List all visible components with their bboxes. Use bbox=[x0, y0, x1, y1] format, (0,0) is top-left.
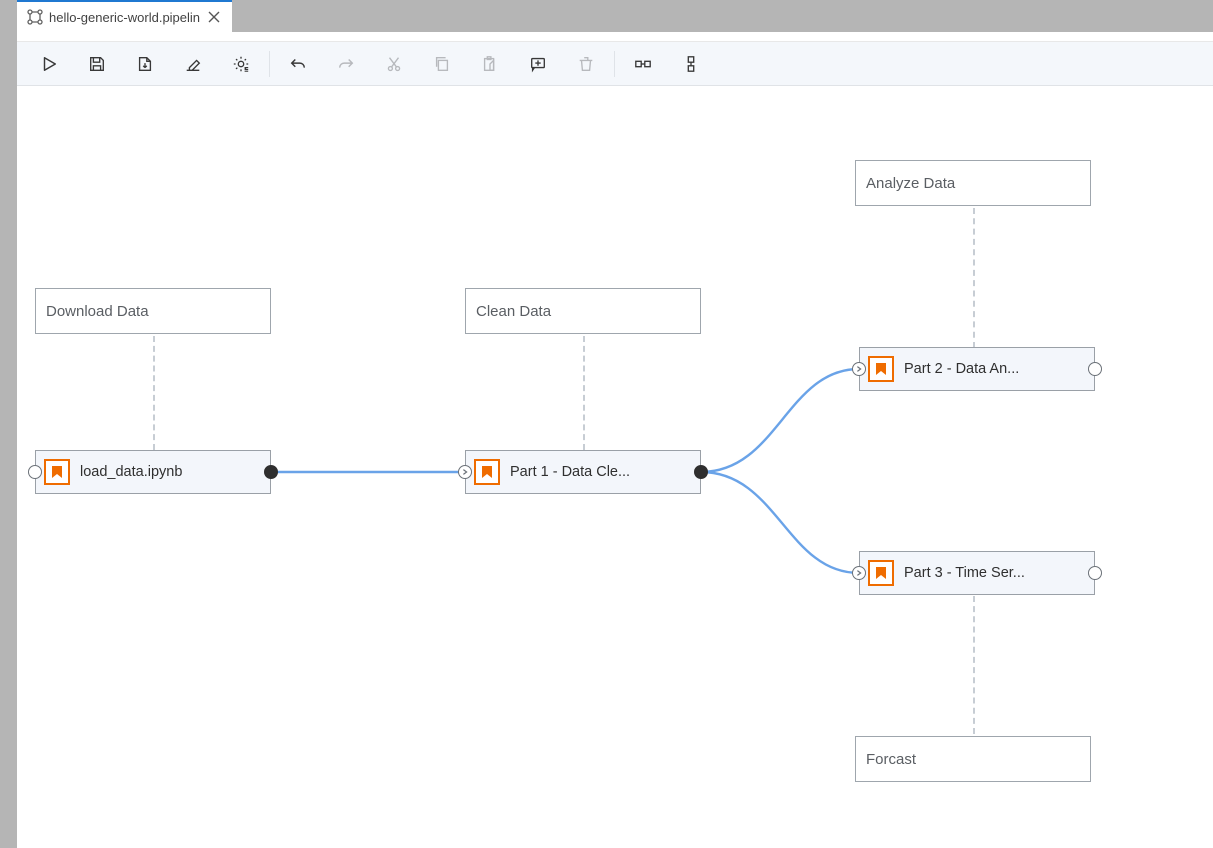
notebook-icon bbox=[44, 459, 70, 485]
run-button[interactable] bbox=[25, 42, 73, 86]
clear-button[interactable] bbox=[169, 42, 217, 86]
comment-link bbox=[583, 336, 585, 450]
node-load-data[interactable]: load_data.ipynb bbox=[35, 450, 271, 494]
input-port[interactable] bbox=[852, 566, 866, 580]
content-area: hello-generic-world.pipelin bbox=[17, 0, 1213, 848]
pipeline-icon bbox=[27, 9, 43, 25]
output-port[interactable] bbox=[264, 465, 278, 479]
add-comment-button[interactable] bbox=[514, 42, 562, 86]
output-port[interactable] bbox=[1088, 362, 1102, 376]
node-label: Part 1 - Data Cle... bbox=[510, 464, 688, 480]
input-port[interactable] bbox=[458, 465, 472, 479]
input-port[interactable] bbox=[28, 465, 42, 479]
comment-analyze-data[interactable]: Analyze Data bbox=[855, 160, 1091, 206]
tab-label: hello-generic-world.pipelin bbox=[49, 10, 200, 25]
node-part3[interactable]: Part 3 - Time Ser... bbox=[859, 551, 1095, 595]
node-part1[interactable]: Part 1 - Data Cle... bbox=[465, 450, 701, 494]
comment-forecast[interactable]: Forcast bbox=[855, 736, 1091, 782]
toolbar-separator bbox=[269, 51, 270, 77]
comment-text: Download Data bbox=[46, 303, 149, 320]
node-label: Part 3 - Time Ser... bbox=[904, 565, 1082, 581]
export-button[interactable] bbox=[121, 42, 169, 86]
notebook-icon bbox=[868, 560, 894, 586]
node-part2[interactable]: Part 2 - Data An... bbox=[859, 347, 1095, 391]
left-gutter bbox=[0, 0, 17, 848]
comment-link bbox=[973, 596, 975, 734]
node-label: load_data.ipynb bbox=[80, 464, 258, 480]
input-port[interactable] bbox=[852, 362, 866, 376]
paste-button[interactable] bbox=[466, 42, 514, 86]
notebook-icon bbox=[474, 459, 500, 485]
toolbar-separator bbox=[614, 51, 615, 77]
toolbar bbox=[17, 42, 1213, 86]
output-port[interactable] bbox=[1088, 566, 1102, 580]
tab-pipeline[interactable]: hello-generic-world.pipelin bbox=[17, 0, 232, 32]
tab-bar: hello-generic-world.pipelin bbox=[17, 0, 1213, 32]
close-icon[interactable] bbox=[206, 9, 222, 25]
undo-button[interactable] bbox=[274, 42, 322, 86]
tab-border bbox=[17, 32, 1213, 42]
app-shell: hello-generic-world.pipelin bbox=[0, 0, 1213, 848]
copy-button[interactable] bbox=[418, 42, 466, 86]
arrange-vertical-button[interactable] bbox=[667, 42, 715, 86]
pipeline-canvas[interactable]: Download Data Clean Data Analyze Data Fo… bbox=[17, 86, 1213, 848]
save-button[interactable] bbox=[73, 42, 121, 86]
comment-link bbox=[153, 336, 155, 450]
notebook-icon bbox=[868, 356, 894, 382]
comment-text: Clean Data bbox=[476, 303, 551, 320]
node-label: Part 2 - Data An... bbox=[904, 361, 1082, 377]
delete-button[interactable] bbox=[562, 42, 610, 86]
comment-clean-data[interactable]: Clean Data bbox=[465, 288, 701, 334]
redo-button[interactable] bbox=[322, 42, 370, 86]
arrange-horizontal-button[interactable] bbox=[619, 42, 667, 86]
comment-text: Analyze Data bbox=[866, 175, 955, 192]
output-port[interactable] bbox=[694, 465, 708, 479]
comment-text: Forcast bbox=[866, 751, 916, 768]
comment-link bbox=[973, 208, 975, 348]
comment-download-data[interactable]: Download Data bbox=[35, 288, 271, 334]
cut-button[interactable] bbox=[370, 42, 418, 86]
runtimes-button[interactable] bbox=[217, 42, 265, 86]
